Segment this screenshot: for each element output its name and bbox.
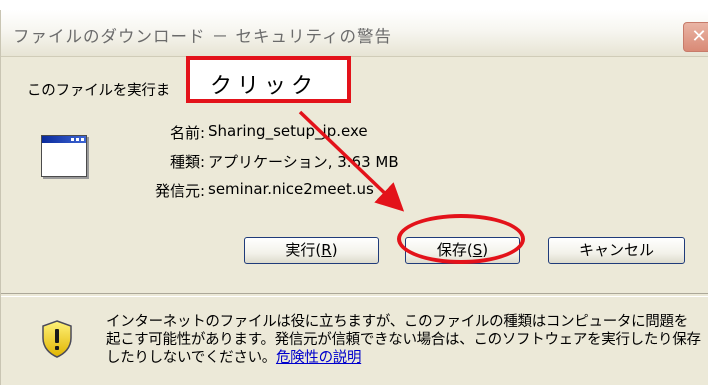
- application-window-icon: [41, 135, 87, 177]
- separator: [1, 293, 708, 297]
- file-name-label: 名前:: [169, 124, 205, 142]
- file-source-label: 発信元:: [154, 182, 205, 200]
- file-type-label: 種類:: [169, 153, 205, 171]
- risk-explanation-link[interactable]: 危険性の説明: [276, 350, 362, 366]
- run-or-save-question: このファイルを実行ま: [27, 83, 170, 99]
- file-name-value: Sharing_setup_jp.exe: [208, 122, 368, 140]
- security-shield-warning-icon: [42, 320, 72, 358]
- file-type-value: アプリケーション, 3.63 MB: [208, 153, 399, 171]
- run-button-label: 実行(: [285, 241, 322, 259]
- file-download-security-dialog: ファイルのダウンロード － セキュリティの警告 ✕ このファイルを実行ま 名前:…: [0, 10, 708, 385]
- title-bar: ファイルのダウンロード － セキュリティの警告 ✕: [1, 10, 708, 57]
- window-title: ファイルのダウンロード － セキュリティの警告: [13, 27, 392, 46]
- click-callout-box: クリック: [186, 56, 351, 103]
- close-button[interactable]: ✕: [683, 22, 708, 52]
- run-button[interactable]: 実行(R): [244, 237, 379, 264]
- cancel-button[interactable]: キャンセル: [548, 237, 685, 264]
- run-button-paren: ): [331, 241, 338, 259]
- file-source-value: seminar.nice2meet.us: [208, 180, 374, 198]
- click-callout-text: クリック: [210, 74, 319, 99]
- save-highlight-ellipse: [397, 214, 525, 264]
- security-warning-text: インターネットのファイルは役に立ちますが、このファイルの種類はコンピュータに問題…: [106, 313, 701, 367]
- run-button-accesskey: R: [321, 241, 332, 259]
- warning-message: インターネットのファイルは役に立ちますが、このファイルの種類はコンピュータに問題…: [106, 314, 701, 366]
